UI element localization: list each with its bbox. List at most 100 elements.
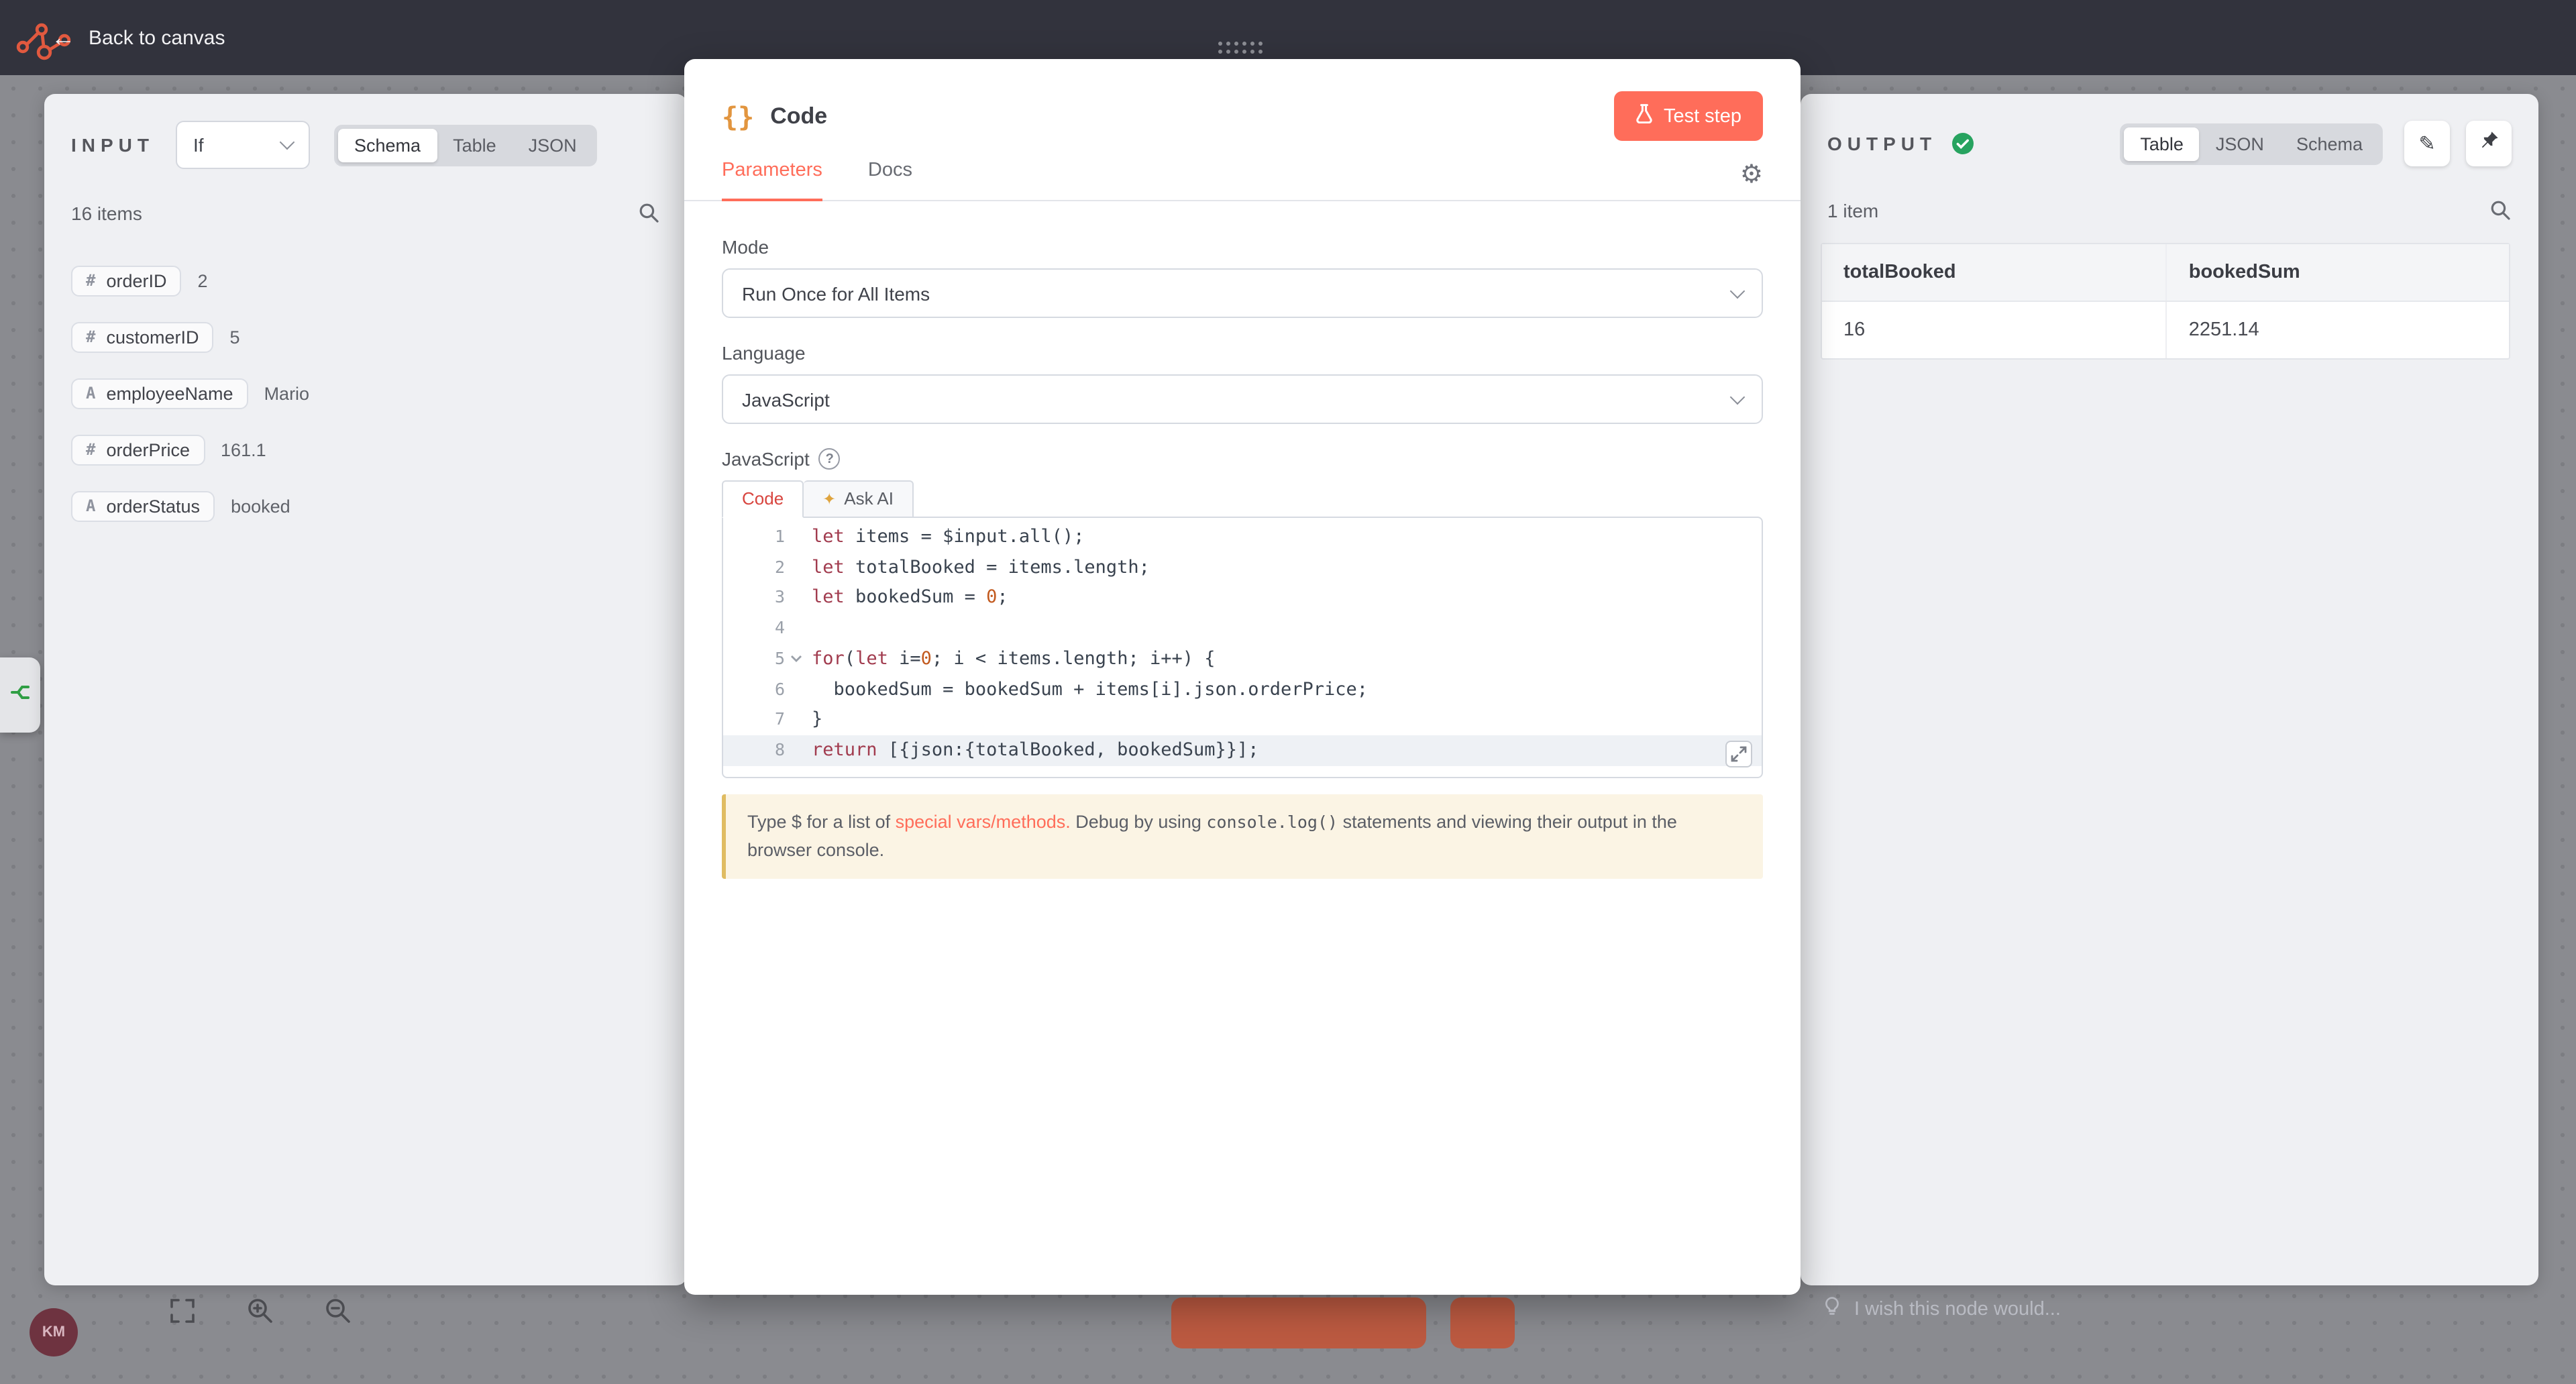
line-number: 6 bbox=[723, 674, 785, 704]
schema-field-value: 161.1 bbox=[221, 439, 266, 460]
language-select[interactable]: JavaScript bbox=[722, 374, 1763, 424]
output-col-totalBooked: totalBooked bbox=[1822, 244, 2167, 301]
code-text: let items = $input.all(); bbox=[806, 522, 1762, 552]
input-tab-schema[interactable]: Schema bbox=[338, 128, 437, 162]
input-panel: INPUT If SchemaTableJSON 16 items # order… bbox=[44, 94, 687, 1285]
code-line-1[interactable]: 1let items = $input.all(); bbox=[723, 522, 1762, 552]
test-step-button[interactable]: Test step bbox=[1614, 91, 1763, 141]
code-line-7[interactable]: 7} bbox=[723, 704, 1762, 735]
sparkle-icon: ✦ bbox=[822, 489, 836, 508]
code-line-5[interactable]: 5for(let i=0; i < items.length; i++) { bbox=[723, 644, 1762, 674]
number-type-icon: # bbox=[86, 271, 95, 290]
input-source-value: If bbox=[193, 134, 204, 156]
node-feedback-label: I wish this node would... bbox=[1854, 1298, 2061, 1320]
output-table: totalBookedbookedSum 162251.14 bbox=[1821, 243, 2510, 360]
editor-tab-bar: Code✦Ask AI bbox=[722, 480, 1763, 518]
output-search-icon[interactable] bbox=[2489, 199, 2512, 221]
node-title[interactable]: Code bbox=[770, 103, 827, 129]
schema-field-name: orderID bbox=[106, 270, 166, 290]
schema-field-value: 2 bbox=[198, 270, 208, 290]
fold-gutter-icon[interactable] bbox=[785, 644, 806, 674]
table-row[interactable]: 162251.14 bbox=[1822, 301, 2509, 358]
code-line-3[interactable]: 3 let bookedSum = 0; bbox=[723, 583, 1762, 613]
input-search-icon[interactable] bbox=[637, 201, 660, 224]
string-type-icon: A bbox=[86, 384, 95, 403]
if-node-icon bbox=[9, 681, 31, 709]
zoom-to-fit-button[interactable] bbox=[166, 1295, 199, 1327]
pin-data-button[interactable] bbox=[2466, 121, 2512, 166]
fold-gutter-icon bbox=[785, 735, 806, 765]
input-panel-title: INPUT bbox=[71, 134, 154, 156]
line-number: 4 bbox=[723, 613, 785, 643]
chevron-down-icon bbox=[1730, 389, 1746, 405]
output-panel-title: OUTPUT bbox=[1827, 133, 1937, 154]
modal-tab-parameters[interactable]: Parameters bbox=[722, 160, 822, 201]
output-items-row: 1 item bbox=[1801, 199, 2538, 221]
input-source-select[interactable]: If bbox=[176, 121, 310, 169]
schema-field-value: Mario bbox=[264, 383, 310, 403]
fold-gutter-icon bbox=[785, 613, 806, 643]
help-icon[interactable]: ? bbox=[819, 448, 841, 470]
output-tab-json[interactable]: JSON bbox=[2200, 127, 2280, 160]
fold-gutter-icon bbox=[785, 704, 806, 735]
back-to-canvas-button[interactable]: ← Back to canvas bbox=[51, 0, 225, 75]
schema-field-name: orderPrice bbox=[106, 439, 190, 460]
fold-gutter-icon bbox=[785, 552, 806, 582]
fold-gutter-icon bbox=[785, 674, 806, 704]
line-number: 2 bbox=[723, 552, 785, 582]
schema-field-pill[interactable]: #customerID bbox=[71, 321, 214, 352]
schema-field-pill[interactable]: # orderID bbox=[71, 265, 182, 296]
editor-tab-code[interactable]: Code bbox=[722, 480, 804, 518]
schema-field-pill[interactable]: AemployeeName bbox=[71, 378, 248, 409]
code-line-4[interactable]: 4 bbox=[723, 613, 1762, 643]
test-step-label: Test step bbox=[1664, 105, 1741, 127]
code-editor[interactable]: 1let items = $input.all();2let totalBook… bbox=[722, 517, 1763, 778]
number-type-icon: # bbox=[86, 440, 95, 459]
mode-select[interactable]: Run Once for All Items bbox=[722, 268, 1763, 318]
canvas-zoom-controls bbox=[166, 1295, 354, 1327]
code-node-modal: {} Code Test step ParametersDocs ⚙ Mode … bbox=[684, 59, 1801, 1295]
node-settings-gear-icon[interactable]: ⚙ bbox=[1740, 162, 1763, 200]
expand-editor-icon[interactable] bbox=[1725, 740, 1752, 767]
schema-row-employeeName: AemployeeName Mario bbox=[71, 374, 660, 412]
modal-tab-docs[interactable]: Docs bbox=[868, 160, 912, 201]
code-text: let bookedSum = 0; bbox=[806, 583, 1762, 613]
code-line-2[interactable]: 2let totalBooked = items.length; bbox=[723, 552, 1762, 582]
if-node-edge[interactable] bbox=[0, 657, 40, 733]
pin-icon bbox=[2479, 130, 2499, 157]
output-col-bookedSum: bookedSum bbox=[2167, 244, 2509, 301]
schema-row-orderPrice: # orderPrice 161.1 bbox=[71, 431, 660, 468]
input-panel-header: INPUT If SchemaTableJSON bbox=[44, 94, 687, 169]
canvas-test-workflow-button[interactable] bbox=[1171, 1297, 1426, 1348]
code-line-8[interactable]: 8return [{json:{totalBooked, bookedSum}}… bbox=[723, 735, 1762, 765]
screen: KM I wish this node would... ← Back to c… bbox=[0, 0, 2576, 1384]
schema-field-pill[interactable]: AorderStatus bbox=[71, 490, 215, 521]
editor-label-row: JavaScript ? bbox=[722, 448, 1763, 470]
node-feedback-prompt[interactable]: I wish this node would... bbox=[1822, 1296, 2061, 1322]
schema-field-name: orderStatus bbox=[106, 496, 200, 516]
output-panel: OUTPUT TableJSONSchema ✎ 1 item totalBoo… bbox=[1801, 94, 2538, 1285]
output-tab-table[interactable]: Table bbox=[2124, 127, 2200, 160]
table-cell: 16 bbox=[1822, 301, 2167, 358]
line-number: 3 bbox=[723, 583, 785, 613]
editor-hint-box: Type $ for a list of special vars/method… bbox=[722, 794, 1763, 880]
zoom-out-button[interactable] bbox=[322, 1295, 354, 1327]
language-value: JavaScript bbox=[742, 388, 830, 410]
user-avatar[interactable]: KM bbox=[30, 1308, 78, 1356]
hint-code-snippet: console.log() bbox=[1206, 811, 1338, 831]
canvas-secondary-button[interactable] bbox=[1450, 1297, 1515, 1348]
input-tab-table[interactable]: Table bbox=[437, 128, 513, 162]
output-tab-schema[interactable]: Schema bbox=[2280, 127, 2379, 160]
ndv-drag-handle[interactable] bbox=[1218, 42, 1263, 54]
special-vars-link[interactable]: special vars/methods. bbox=[896, 811, 1071, 831]
lightbulb-icon bbox=[1822, 1296, 1842, 1322]
schema-field-pill[interactable]: # orderPrice bbox=[71, 434, 205, 465]
zoom-in-button[interactable] bbox=[244, 1295, 276, 1327]
input-tab-json[interactable]: JSON bbox=[513, 128, 593, 162]
output-panel-header: OUTPUT TableJSONSchema ✎ bbox=[1801, 94, 2538, 166]
code-line-6[interactable]: 6 bookedSum = bookedSum + items[i].json.… bbox=[723, 674, 1762, 704]
edit-output-button[interactable]: ✎ bbox=[2404, 121, 2450, 166]
schema-row-customerID: #customerID5 bbox=[71, 318, 660, 356]
input-items-row: 16 items bbox=[44, 201, 687, 224]
editor-tab-ask-ai[interactable]: ✦Ask AI bbox=[804, 480, 914, 518]
